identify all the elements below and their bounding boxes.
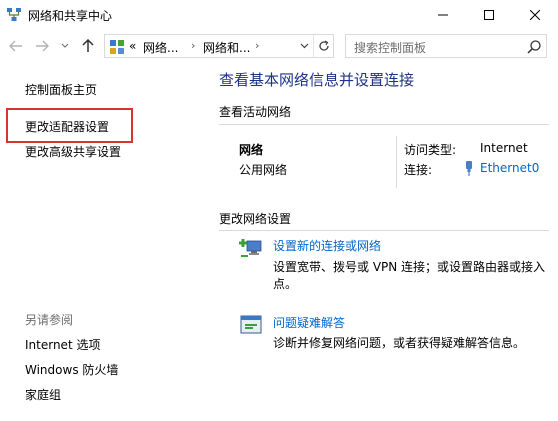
network-type: 公用网络 [239,163,288,177]
breadcrumb-item-sharing-center[interactable]: 网络和... [203,39,250,56]
new-connection-icon [239,239,262,257]
connection-label: 连接: [404,163,433,177]
page-title: 查看基本网络信息并设置连接 [219,71,415,89]
chevron-down-icon [61,43,69,48]
up-button[interactable] [78,36,98,56]
breadcrumb-separator[interactable]: › [255,39,259,52]
refresh-icon [318,40,329,51]
access-type-value: Internet [480,141,528,155]
title-bar: 网络和共享中心 [0,0,558,30]
minimize-icon [438,14,448,16]
maximize-icon [484,10,494,20]
ethernet-connection-link[interactable]: Ethernet0 [480,161,539,175]
troubleshoot-link[interactable]: 问题疑难解答 [273,314,345,331]
maximize-button[interactable] [466,0,512,30]
setup-new-connection-link[interactable]: 设置新的连接或网络 [273,237,381,254]
setup-new-connection-description: 设置宽带、拨号或 VPN 连接；或设置路由器或接入点。 [273,260,546,291]
control-panel-home-link[interactable]: 控制面板主页 [25,81,97,98]
access-type-label: 访问类型: [404,143,457,157]
change-advanced-sharing-link[interactable]: 更改高级共享设置 [25,143,121,160]
forward-button[interactable] [32,36,52,56]
close-icon [530,10,540,20]
window-title: 网络和共享中心 [28,9,113,23]
close-button[interactable] [512,0,558,30]
address-bar[interactable]: « 网络... › 网络和... › [104,34,334,58]
network-center-icon [7,8,21,21]
breadcrumb-separator[interactable]: › [191,39,195,52]
arrow-up-icon [82,39,94,52]
search-placeholder[interactable]: 搜索控制面板 [354,39,426,56]
refresh-button[interactable] [313,35,333,57]
search-box[interactable]: 搜索控制面板 [345,34,547,58]
search-icon[interactable] [526,39,542,55]
see-also-heading: 另请参阅 [25,313,74,327]
back-button[interactable] [6,36,26,56]
recent-locations-button[interactable] [58,36,72,56]
arrow-left-icon [9,40,22,52]
windows-firewall-link[interactable]: Windows 防火墙 [25,361,118,378]
navigation-bar: « 网络... › 网络和... › 搜索控制面板 [0,32,558,60]
breadcrumb-item-network[interactable]: 网络... [143,39,178,56]
change-settings-heading: 更改网络设置 [219,212,292,226]
section-divider [219,230,549,231]
network-name: 网络 [239,143,264,157]
internet-options-link[interactable]: Internet 选项 [25,336,100,353]
troubleshoot-icon [240,315,262,334]
change-adapter-settings-link[interactable]: 更改适配器设置 [25,118,109,135]
chevron-down-icon [300,43,308,49]
network-divider [396,136,397,188]
control-panel-icon [110,40,124,54]
active-networks-heading: 查看活动网络 [219,105,292,119]
section-divider [219,124,549,125]
breadcrumb-overflow[interactable]: « [129,39,136,53]
ethernet-icon [466,161,472,176]
address-dropdown-button[interactable] [295,35,313,57]
arrow-right-icon [36,40,49,52]
minimize-button[interactable] [420,0,466,30]
troubleshoot-description: 诊断并修复网络问题，或者获得疑难解答信息。 [273,336,526,350]
homegroup-link[interactable]: 家庭组 [25,386,61,403]
